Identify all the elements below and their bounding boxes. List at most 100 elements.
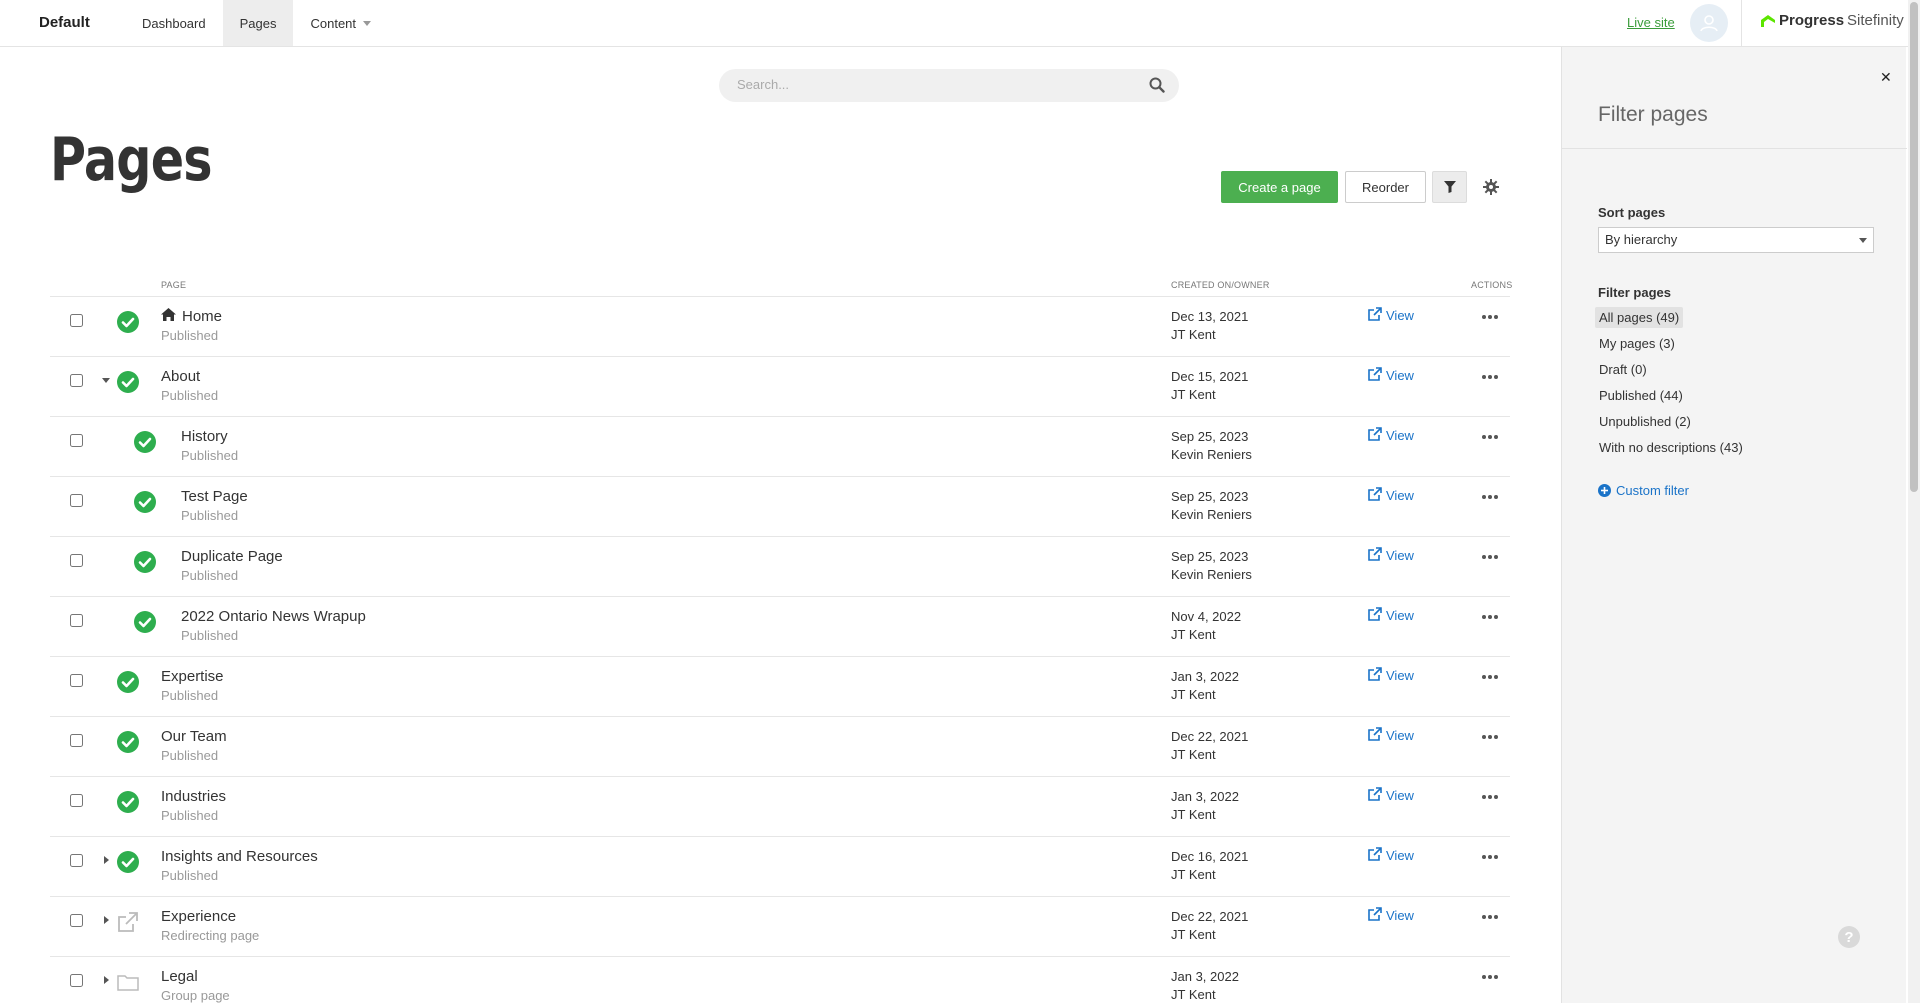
page-title-link[interactable]: Expertise: [161, 668, 224, 685]
nav-dashboard[interactable]: Dashboard: [125, 0, 223, 46]
filter-my-pages[interactable]: My pages (3): [1595, 333, 1679, 354]
table-row[interactable]: Test Page Published Sep 25, 2023 Kevin Reni…: [50, 477, 1510, 537]
row-checkbox[interactable]: [70, 314, 83, 327]
close-icon[interactable]: ✕: [1880, 69, 1892, 86]
avatar[interactable]: [1690, 4, 1728, 42]
more-actions-icon[interactable]: [1478, 549, 1502, 565]
row-checkbox[interactable]: [70, 554, 83, 567]
scrollbar-thumb[interactable]: [1910, 2, 1918, 492]
table-row[interactable]: Expertise Published Jan 3, 2022 JT Kent View: [50, 657, 1510, 717]
view-link[interactable]: View: [1368, 487, 1414, 504]
view-link[interactable]: View: [1368, 847, 1414, 864]
more-actions-icon[interactable]: [1478, 609, 1502, 625]
page-title-link[interactable]: 2022 Ontario News Wrapup: [181, 608, 366, 625]
page-title-link[interactable]: Legal: [161, 968, 198, 985]
view-link[interactable]: View: [1368, 727, 1414, 744]
page-title-link[interactable]: Test Page: [181, 488, 248, 505]
filter-published[interactable]: Published (44): [1595, 385, 1687, 406]
table-row[interactable]: Home Published Dec 13, 2021 JT Kent View: [50, 297, 1510, 357]
table-row[interactable]: Duplicate Page Published Sep 25, 2023 Kevin…: [50, 537, 1510, 597]
owner-name: JT Kent: [1171, 747, 1216, 762]
create-page-button[interactable]: Create a page: [1221, 171, 1338, 203]
external-link-icon: [1368, 367, 1382, 384]
view-link[interactable]: View: [1368, 787, 1414, 804]
home-icon: [161, 308, 176, 325]
check-circle-icon: [117, 371, 139, 393]
reorder-button[interactable]: Reorder: [1345, 171, 1426, 203]
progress-sitefinity-logo: Progress Sitefinity: [1760, 12, 1904, 29]
filter-all-pages[interactable]: All pages (49): [1595, 307, 1684, 328]
more-actions-icon[interactable]: [1478, 369, 1502, 385]
site-name[interactable]: Default: [39, 14, 90, 31]
sort-pages-select[interactable]: By hierarchy: [1598, 227, 1874, 253]
filter-unpublished[interactable]: Unpublished (2): [1595, 411, 1695, 432]
caret-right-icon[interactable]: [100, 974, 112, 986]
scrollbar[interactable]: [1908, 0, 1920, 1003]
table-row[interactable]: History Published Sep 25, 2023 Kevin Renier…: [50, 417, 1510, 477]
caret-down-icon[interactable]: [100, 374, 112, 386]
nav-pages[interactable]: Pages: [222, 0, 294, 46]
page-status-text: Published: [161, 808, 219, 823]
row-checkbox[interactable]: [70, 794, 83, 807]
table-row[interactable]: Experience Redirecting page Dec 22, 2021 JT…: [50, 897, 1510, 957]
view-link[interactable]: View: [1368, 607, 1414, 624]
page-title-link[interactable]: History: [181, 428, 228, 445]
table-row[interactable]: Insights and Resources Published Dec 16, 2…: [50, 837, 1510, 897]
row-checkbox[interactable]: [70, 734, 83, 747]
settings-button[interactable]: [1478, 174, 1504, 200]
page-title-link[interactable]: Home: [161, 308, 222, 325]
live-site-link[interactable]: Live site: [1627, 15, 1675, 30]
table-row[interactable]: 2022 Ontario News Wrapup Published Nov 4, …: [50, 597, 1510, 657]
row-checkbox[interactable]: [70, 974, 83, 987]
page-title-link[interactable]: Industries: [161, 788, 226, 805]
check-circle-icon: [117, 851, 139, 873]
row-checkbox[interactable]: [70, 914, 83, 927]
search-icon[interactable]: [1149, 77, 1165, 93]
more-actions-icon[interactable]: [1478, 489, 1502, 505]
table-row[interactable]: About Published Dec 15, 2021 JT Kent View: [50, 357, 1510, 417]
filter-icon: [1443, 181, 1456, 193]
view-link[interactable]: View: [1368, 367, 1414, 384]
row-checkbox[interactable]: [70, 494, 83, 507]
more-actions-icon[interactable]: [1478, 909, 1502, 925]
more-actions-icon[interactable]: [1478, 789, 1502, 805]
owner-name: JT Kent: [1171, 807, 1216, 822]
view-link[interactable]: View: [1368, 907, 1414, 924]
filter-toggle-button[interactable]: [1432, 171, 1467, 203]
caret-right-icon[interactable]: [100, 854, 112, 866]
view-link[interactable]: View: [1368, 307, 1414, 324]
filter-draft[interactable]: Draft (0): [1595, 359, 1651, 380]
custom-filter-link[interactable]: Custom filter: [1598, 483, 1689, 498]
row-checkbox[interactable]: [70, 434, 83, 447]
more-actions-icon[interactable]: [1478, 429, 1502, 445]
more-actions-icon[interactable]: [1478, 849, 1502, 865]
nav-content[interactable]: Content: [293, 0, 388, 46]
more-actions-icon[interactable]: [1478, 969, 1502, 985]
view-link[interactable]: View: [1368, 547, 1414, 564]
row-checkbox[interactable]: [70, 674, 83, 687]
page-title-link[interactable]: About: [161, 368, 200, 385]
more-actions-icon[interactable]: [1478, 669, 1502, 685]
row-checkbox[interactable]: [70, 374, 83, 387]
page-title-link[interactable]: Duplicate Page: [181, 548, 283, 565]
page-title-text: Experience: [161, 908, 237, 925]
filter-no-descriptions[interactable]: With no descriptions (43): [1595, 437, 1747, 458]
more-actions-icon[interactable]: [1478, 729, 1502, 745]
more-actions-icon[interactable]: [1478, 309, 1502, 325]
page-title-link[interactable]: Our Team: [161, 728, 227, 745]
table-row[interactable]: Our Team Published Dec 22, 2021 JT Kent View: [50, 717, 1510, 777]
page-title-link[interactable]: Insights and Resources: [161, 848, 318, 865]
search-input[interactable]: [737, 77, 1137, 92]
main-nav: Dashboard Pages Content: [125, 0, 388, 46]
caret-right-icon[interactable]: [100, 914, 112, 926]
table-row[interactable]: Legal Group page Jan 3, 2022 JT Kent: [50, 957, 1510, 1003]
row-checkbox[interactable]: [70, 854, 83, 867]
table-row[interactable]: Industries Published Jan 3, 2022 JT Kent Vie…: [50, 777, 1510, 837]
help-icon[interactable]: ?: [1838, 926, 1860, 948]
view-label: View: [1386, 608, 1414, 623]
view-link[interactable]: View: [1368, 667, 1414, 684]
view-link[interactable]: View: [1368, 427, 1414, 444]
page-title-link[interactable]: Experience: [161, 908, 236, 925]
view-label: View: [1386, 368, 1414, 383]
row-checkbox[interactable]: [70, 614, 83, 627]
